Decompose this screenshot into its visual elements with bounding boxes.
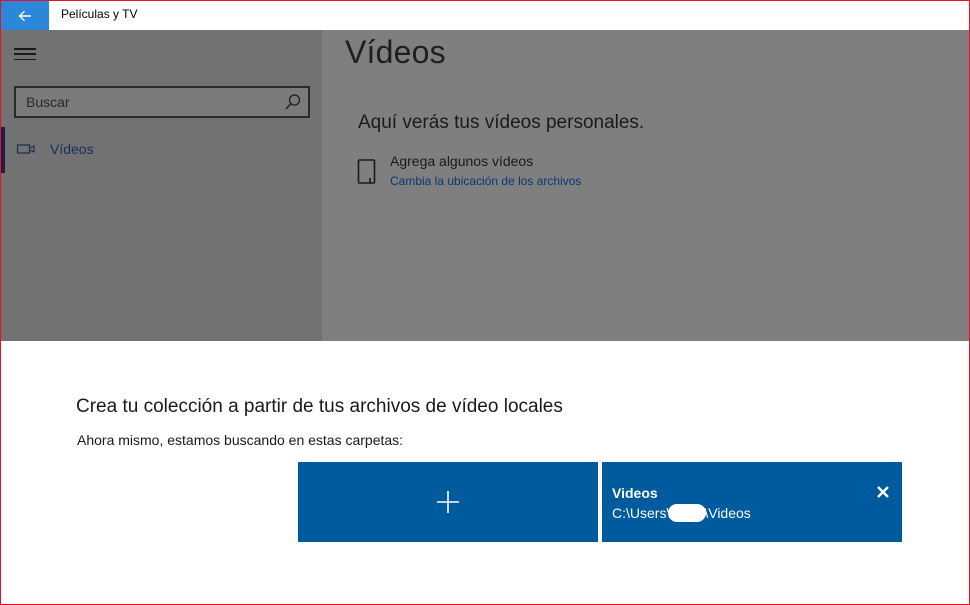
close-icon[interactable] <box>876 485 890 499</box>
search-input[interactable] <box>16 88 278 116</box>
folder-path-suffix: \Videos <box>704 505 751 521</box>
dialog-subtitle: Ahora mismo, estamos buscando en estas c… <box>77 432 404 448</box>
main-pane: Vídeos Aquí verás tus vídeos personales.… <box>322 30 969 341</box>
video-camera-icon <box>16 144 35 154</box>
add-videos-text: Agrega algunos vídeos <box>390 153 534 169</box>
selection-indicator <box>1 127 5 173</box>
tablet-device-icon <box>357 159 376 184</box>
sidebar-item-videos[interactable]: Vídeos <box>1 127 322 173</box>
sidebar-item-label: Vídeos <box>50 141 94 157</box>
folder-dialog: Crea tu colección a partir de tus archiv… <box>1 341 969 604</box>
folder-path: C:\Users\ \Videos <box>612 504 751 523</box>
folder-tile-videos[interactable]: Videos C:\Users\ \Videos <box>602 462 902 542</box>
empty-state-heading: Aquí verás tus vídeos personales. <box>358 112 645 133</box>
folder-path-prefix: C:\Users\ <box>612 505 671 521</box>
hamburger-icon[interactable] <box>14 46 36 62</box>
app-title: Películas y TV <box>61 7 138 21</box>
plus-icon <box>437 491 459 513</box>
app-window: Películas y TV Vídeos <box>0 0 970 605</box>
app-content: Vídeos Vídeos Aquí verás tus vídeos pers… <box>1 30 969 341</box>
dialog-title: Crea tu colección a partir de tus archiv… <box>76 396 563 417</box>
folder-name: Videos <box>612 485 658 501</box>
search-box <box>14 86 310 118</box>
back-button[interactable] <box>1 1 49 30</box>
title-bar: Películas y TV <box>1 1 969 30</box>
sidebar: Vídeos <box>1 30 322 341</box>
arrow-left-icon <box>18 10 31 21</box>
add-folder-button[interactable] <box>298 462 598 542</box>
redacted-username <box>668 504 707 523</box>
page-title: Vídeos <box>345 34 446 70</box>
search-icon[interactable] <box>284 93 302 111</box>
change-location-link[interactable]: Cambia la ubicación de los archivos <box>390 174 581 188</box>
